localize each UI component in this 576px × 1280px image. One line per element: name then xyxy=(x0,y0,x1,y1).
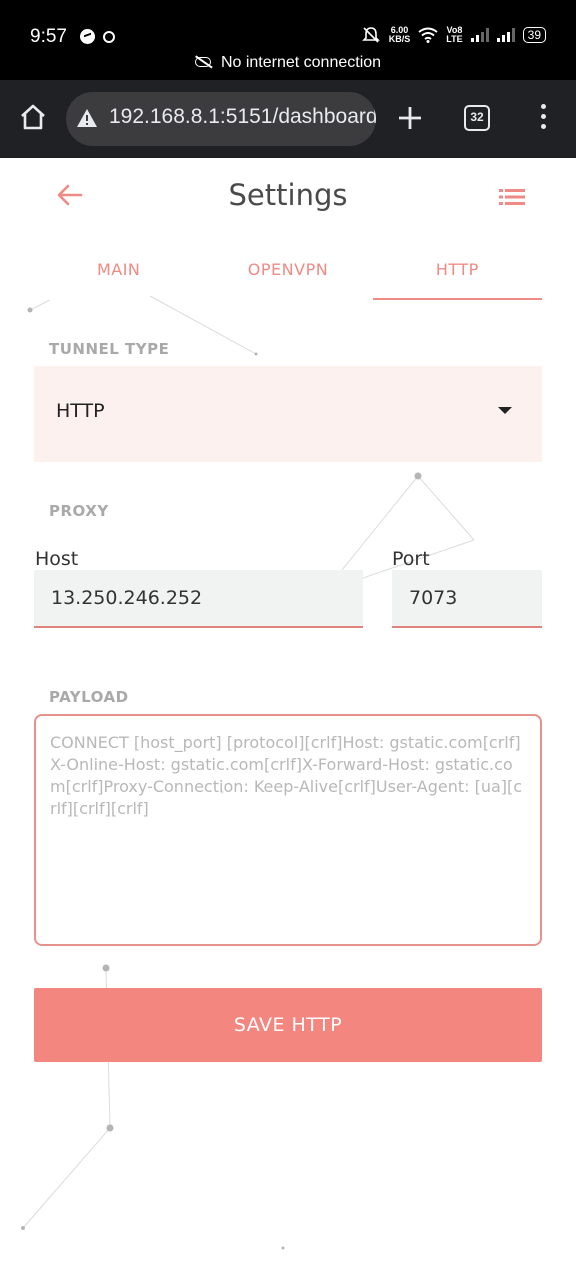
wifi-icon xyxy=(418,27,438,43)
host-input[interactable]: 13.250.246.252 xyxy=(34,570,363,628)
page-title: Settings xyxy=(228,178,348,212)
signal-icon-2 xyxy=(496,28,515,42)
net-speed-unit: KB/S xyxy=(388,34,411,44)
address-bar[interactable]: 192.168.8.1:5151/dashboard xyxy=(66,92,376,146)
volte-bottom: LTE xyxy=(446,34,463,44)
notification-icons xyxy=(80,29,115,44)
tab-openvpn[interactable]: OPENVPN xyxy=(203,246,372,300)
port-value: 7073 xyxy=(409,587,458,609)
save-http-button[interactable]: SAVE HTTP xyxy=(34,988,542,1062)
tunnel-type-select[interactable]: HTTP xyxy=(34,366,542,462)
tunnel-type-value: HTTP xyxy=(56,400,105,422)
payload-label: PAYLOAD xyxy=(49,688,129,706)
system-icons: 6.00 KB/S Vo8 LTE 39 xyxy=(361,26,546,44)
app-header: Settings xyxy=(0,160,576,230)
url-text[interactable]: 192.168.8.1:5151/dashboard xyxy=(109,105,376,129)
list-menu-icon[interactable] xyxy=(496,184,528,210)
silent-bell-icon xyxy=(361,27,380,43)
tab-http[interactable]: HTTP xyxy=(372,246,542,300)
host-label: Host xyxy=(35,548,79,570)
warning-icon[interactable] xyxy=(76,108,98,128)
tab-switcher-button[interactable]: 32 xyxy=(464,105,490,131)
signal-icon-1 xyxy=(470,28,489,42)
status-bar: 9:57 6.00 KB/S Vo8 LTE 39 No internet co… xyxy=(0,0,576,80)
no-internet-text: No internet connection xyxy=(220,54,382,71)
dropdown-caret-icon xyxy=(498,407,512,414)
port-input[interactable]: 7073 xyxy=(392,570,542,628)
volte-indicator: Vo8 LTE xyxy=(446,26,462,44)
status-time: 9:57 xyxy=(30,26,67,47)
battery-indicator: 39 xyxy=(522,27,546,43)
new-tab-icon[interactable] xyxy=(394,102,426,134)
settings-tabs: MAIN OPENVPN HTTP xyxy=(34,246,542,300)
net-speed: 6.00 KB/S xyxy=(389,26,411,44)
payload-textarea[interactable]: CONNECT [host_port] [protocol][crlf]Host… xyxy=(34,714,542,946)
more-options-icon[interactable] xyxy=(530,104,556,134)
sync-icon xyxy=(103,31,115,43)
port-label: Port xyxy=(392,548,430,570)
browser-toolbar: 192.168.8.1:5151/dashboard 32 xyxy=(0,80,576,158)
host-value: 13.250.246.252 xyxy=(51,587,203,609)
messenger-icon xyxy=(80,29,95,44)
tab-main[interactable]: MAIN xyxy=(34,246,203,300)
payload-placeholder: CONNECT [host_port] [protocol][crlf]Host… xyxy=(50,733,523,818)
home-icon[interactable] xyxy=(18,102,48,132)
cloud-off-icon xyxy=(194,57,211,67)
proxy-label: PROXY xyxy=(49,502,109,520)
tunnel-type-label: TUNNEL TYPE xyxy=(49,340,170,358)
no-internet-notice: No internet connection xyxy=(0,54,576,72)
